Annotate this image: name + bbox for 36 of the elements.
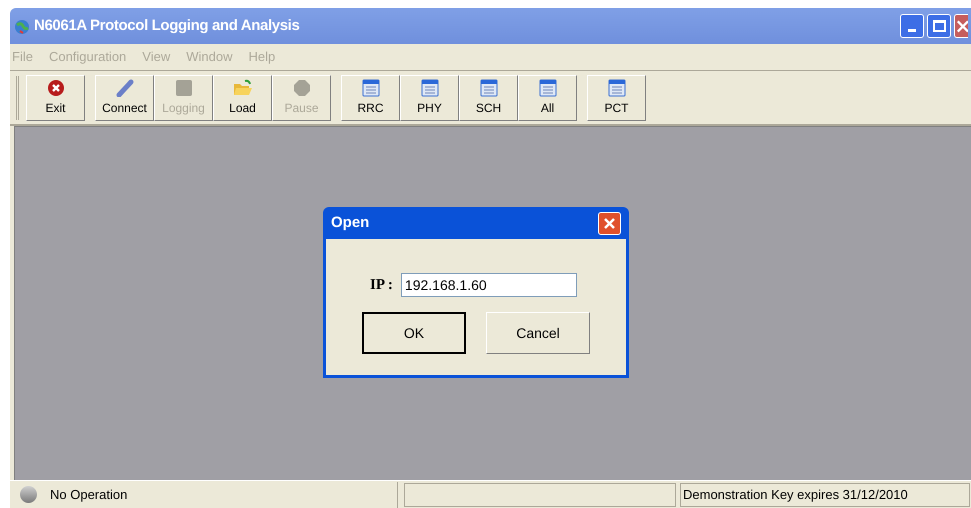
close-icon — [955, 19, 968, 33]
ip-input-field[interactable]: 192.168.1.60 — [400, 273, 577, 297]
minimize-icon — [908, 29, 916, 32]
octagon-icon — [292, 78, 310, 96]
globe-icon — [13, 17, 31, 35]
toolbar-button[interactable]: Load — [213, 74, 272, 120]
key-notice: Demonstration Key expires 31/12/2010 — [680, 482, 970, 506]
table-icon — [608, 78, 626, 96]
minimize-button[interactable] — [900, 14, 924, 38]
maximize-button[interactable] — [927, 14, 951, 38]
pen-icon — [116, 78, 134, 96]
dialog-title: Open — [331, 212, 370, 233]
table-icon — [362, 78, 380, 96]
toolbar-button[interactable]: RRC — [341, 74, 400, 120]
dialog-button[interactable]: OK — [362, 312, 466, 354]
dialog-button[interactable]: Cancel — [486, 312, 590, 354]
status-light-icon — [20, 486, 37, 503]
window-title: N6061A Protocol Logging and Analysis — [34, 16, 300, 36]
folder-icon — [232, 78, 252, 96]
toolbar-button[interactable]: SCH — [459, 74, 518, 120]
table-icon — [420, 78, 438, 96]
toolbar-button[interactable]: PHY — [400, 74, 459, 120]
table-icon — [480, 78, 498, 96]
close-icon — [603, 216, 616, 230]
square-icon — [174, 78, 192, 96]
close-circle-icon — [46, 78, 64, 96]
toolbar-button[interactable]: All — [518, 74, 577, 120]
close-button[interactable] — [954, 14, 968, 38]
status-text: No Operation — [50, 486, 128, 504]
close-button[interactable] — [598, 212, 621, 234]
ip-label: IP : — [370, 276, 393, 295]
toolbar-button[interactable]: Exit — [26, 74, 85, 120]
maximize-icon — [932, 20, 946, 32]
table-icon — [538, 78, 556, 96]
toolbar-button[interactable]: PCT — [587, 74, 646, 120]
toolbar-button[interactable]: Connect — [95, 74, 154, 120]
